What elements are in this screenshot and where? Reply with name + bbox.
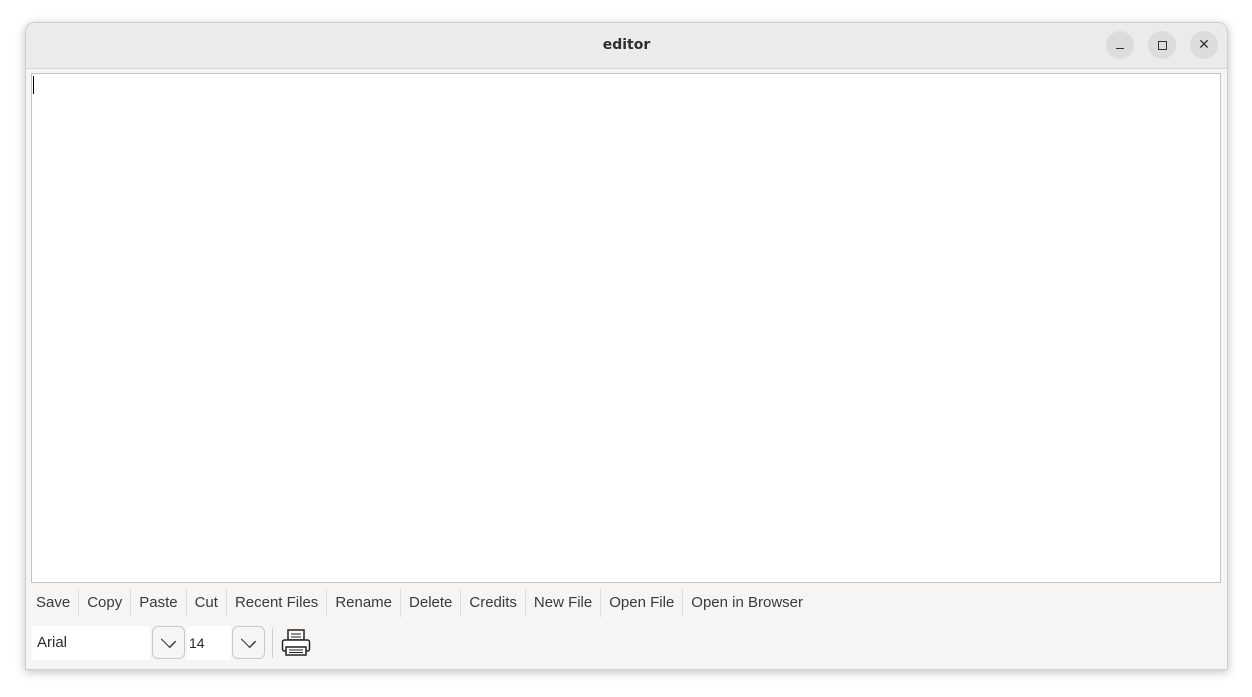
close-button[interactable]: ✕ — [1190, 31, 1218, 59]
editor-window: editor ✕ Save Copy Paste Cut Recent File… — [25, 22, 1228, 670]
printer-icon — [281, 629, 311, 656]
credits-button[interactable]: Credits — [461, 589, 526, 617]
save-button[interactable]: Save — [31, 589, 80, 617]
font-size-dropdown-button[interactable] — [232, 626, 265, 659]
toolbar-divider — [272, 628, 273, 658]
text-caret — [33, 76, 34, 94]
open-file-button[interactable]: Open File — [601, 589, 684, 617]
delete-button[interactable]: Delete — [401, 589, 462, 617]
open-in-browser-button[interactable]: Open in Browser — [683, 589, 811, 617]
paste-button[interactable]: Paste — [131, 589, 187, 617]
text-editor-area[interactable] — [31, 73, 1221, 583]
minimize-icon — [1116, 47, 1124, 49]
chevron-down-icon — [160, 632, 177, 649]
minimize-button[interactable] — [1106, 31, 1134, 59]
window-title: editor — [602, 37, 651, 53]
close-icon: ✕ — [1198, 37, 1210, 53]
font-family-dropdown-button[interactable] — [152, 626, 185, 659]
maximize-button[interactable] — [1148, 31, 1176, 59]
title-bar[interactable]: editor ✕ — [26, 23, 1227, 69]
print-button[interactable] — [279, 626, 313, 660]
chevron-down-icon — [240, 632, 257, 649]
font-size-field[interactable]: 14 — [187, 626, 231, 660]
recent-files-button[interactable]: Recent Files — [227, 589, 328, 617]
font-family-field[interactable]: Arial — [32, 626, 150, 660]
maximize-icon — [1157, 40, 1167, 50]
rename-button[interactable]: Rename — [327, 589, 402, 617]
cut-button[interactable]: Cut — [187, 589, 227, 617]
action-bar: Save Copy Paste Cut Recent Files Rename … — [31, 589, 811, 617]
copy-button[interactable]: Copy — [79, 589, 132, 617]
new-file-button[interactable]: New File — [526, 589, 602, 617]
